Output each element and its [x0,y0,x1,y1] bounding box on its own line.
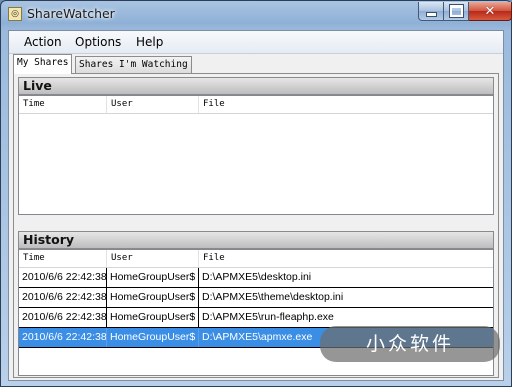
app-window: ◎ ShareWatcher ✕ Action Options Help My … [0,0,512,387]
live-column-header: Time User File [19,96,493,114]
close-icon: ✕ [484,3,496,19]
live-col-file[interactable]: File [199,96,493,113]
history-col-file[interactable]: File [199,250,493,267]
row-time: 2010/6/6 22:42:38 [19,308,107,327]
row-time: 2010/6/6 22:42:38 [19,288,107,307]
row-user: HomeGroupUser$ [107,328,199,347]
live-section-header: Live [18,77,494,95]
app-icon: ◎ [8,7,22,21]
history-section-header: History [18,231,494,249]
history-row[interactable]: 2010/6/6 22:42:38 HomeGroupUser$ D:\APMX… [19,308,493,328]
menu-options[interactable]: Options [75,35,121,49]
maximize-icon [448,4,464,18]
live-col-time[interactable]: Time [19,96,107,113]
row-time: 2010/6/6 22:42:38 [19,268,107,287]
live-col-user[interactable]: User [107,96,199,113]
history-row[interactable]: 2010/6/6 22:42:38 HomeGroupUser$ D:\APMX… [19,288,493,308]
row-file: D:\APMXE5\desktop.ini [202,271,312,283]
menu-action[interactable]: Action [24,35,62,49]
maximize-button[interactable] [444,2,469,21]
history-col-time[interactable]: Time [19,250,107,267]
row-time: 2010/6/6 22:42:38 [19,328,107,347]
title-bar[interactable]: ◎ ShareWatcher ✕ [1,1,512,28]
window-title: ShareWatcher [27,6,115,21]
close-button[interactable]: ✕ [469,2,512,21]
minimize-icon [425,11,437,17]
row-file: D:\APMXE5\theme\desktop.ini [202,291,344,303]
row-user: HomeGroupUser$ [107,308,199,327]
row-file: D:\APMXE5\run-fleaphp.exe [202,311,334,323]
history-row[interactable]: 2010/6/6 22:42:38 HomeGroupUser$ D:\APMX… [19,268,493,288]
minimize-button[interactable] [418,2,444,21]
history-column-header: Time User File [19,250,493,268]
row-user: HomeGroupUser$ [107,288,199,307]
tab-shares-im-watching[interactable]: Shares I'm Watching [75,56,192,73]
history-col-user[interactable]: User [107,250,199,267]
live-list[interactable]: Time User File [18,95,494,215]
menu-bar: Action Options Help [9,31,503,54]
menu-help[interactable]: Help [136,35,163,49]
row-user: HomeGroupUser$ [107,268,199,287]
tab-my-shares[interactable]: My Shares [13,54,73,74]
watermark-overlay: 小众软件 [320,326,500,362]
